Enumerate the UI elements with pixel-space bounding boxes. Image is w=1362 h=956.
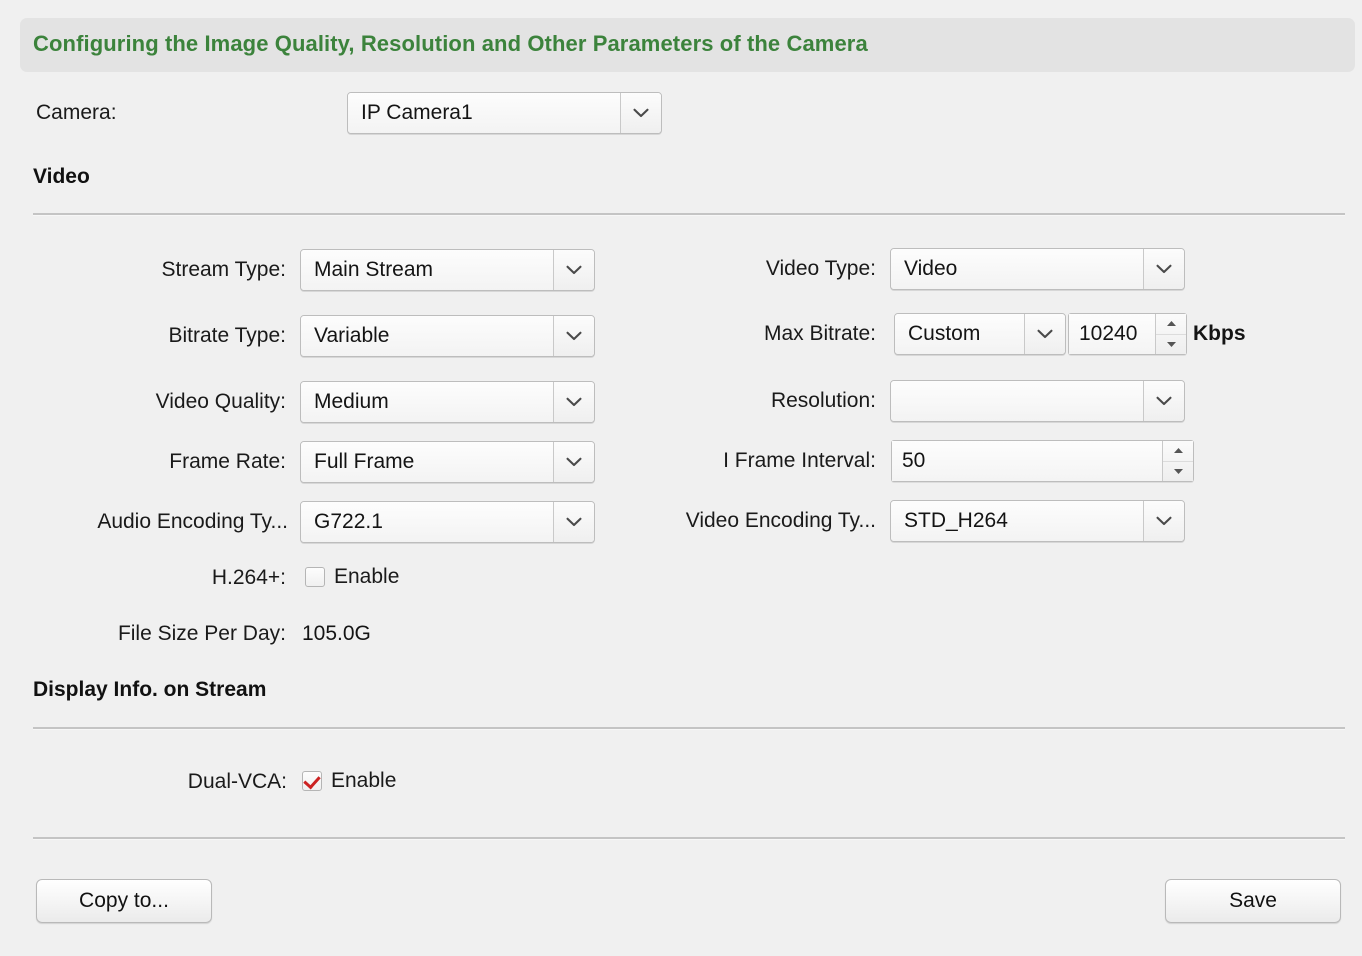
page-title: Configuring the Image Quality, Resolutio… <box>33 31 868 57</box>
audio-encoding-type-select-value: G722.1 <box>301 502 553 542</box>
page-header-bar: Configuring the Image Quality, Resolutio… <box>20 18 1355 72</box>
video-type-select-value: Video <box>891 249 1143 289</box>
i-frame-interval-stepper[interactable] <box>1162 441 1193 481</box>
video-type-select[interactable]: Video <box>890 248 1185 290</box>
chevron-down-icon[interactable] <box>553 442 594 482</box>
chevron-down-icon[interactable] <box>553 502 594 542</box>
divider-footer <box>33 837 1345 840</box>
dual-vca-checkbox-row[interactable]: Enable <box>302 769 396 793</box>
bitrate-type-select-value: Variable <box>301 316 553 356</box>
chevron-down-icon[interactable] <box>553 316 594 356</box>
resolution-select-value <box>891 381 1143 421</box>
dual-vca-label: Dual-VCA: <box>188 770 287 794</box>
frame-rate-select-value: Full Frame <box>301 442 553 482</box>
video-encoding-type-label: Video Encoding Ty... <box>686 509 876 533</box>
divider-video <box>33 213 1345 216</box>
copy-to-button[interactable]: Copy to... <box>36 879 212 923</box>
audio-encoding-type-label: Audio Encoding Ty... <box>97 510 288 534</box>
stepper-down-icon[interactable] <box>1163 462 1193 482</box>
video-encoding-type-select-value: STD_H264 <box>891 501 1143 541</box>
video-type-label: Video Type: <box>766 257 876 281</box>
section-title-video: Video <box>33 165 90 189</box>
max-bitrate-stepper[interactable] <box>1155 314 1186 354</box>
bitrate-type-select[interactable]: Variable <box>300 315 595 357</box>
camera-select-value: IP Camera1 <box>348 93 620 133</box>
max-bitrate-value[interactable]: 10240 <box>1069 314 1155 354</box>
i-frame-interval-value[interactable]: 50 <box>892 441 1162 481</box>
dual-vca-checkbox-label: Enable <box>331 769 396 793</box>
max-bitrate-input[interactable]: 10240 <box>1068 313 1187 355</box>
stream-type-select[interactable]: Main Stream <box>300 249 595 291</box>
h264plus-label: H.264+: <box>212 566 286 590</box>
file-size-per-day-label: File Size Per Day: <box>118 622 286 646</box>
chevron-down-icon[interactable] <box>1024 314 1065 354</box>
chevron-down-icon[interactable] <box>1143 381 1184 421</box>
frame-rate-select[interactable]: Full Frame <box>300 441 595 483</box>
frame-rate-label: Frame Rate: <box>169 450 286 474</box>
video-encoding-type-select[interactable]: STD_H264 <box>890 500 1185 542</box>
chevron-down-icon[interactable] <box>1143 249 1184 289</box>
stream-type-label: Stream Type: <box>161 258 286 282</box>
chevron-down-icon[interactable] <box>553 382 594 422</box>
i-frame-interval-input[interactable]: 50 <box>891 440 1194 482</box>
max-bitrate-mode-select[interactable]: Custom <box>894 313 1066 355</box>
resolution-label: Resolution: <box>771 389 876 413</box>
audio-encoding-type-select[interactable]: G722.1 <box>300 501 595 543</box>
camera-select[interactable]: IP Camera1 <box>347 92 662 134</box>
h264plus-checkbox-row[interactable]: Enable <box>305 565 399 589</box>
chevron-down-icon[interactable] <box>553 250 594 290</box>
max-bitrate-unit: Kbps <box>1193 322 1246 346</box>
dual-vca-checkbox[interactable] <box>302 771 322 791</box>
max-bitrate-mode-value: Custom <box>895 314 1024 354</box>
file-size-per-day-value: 105.0G <box>302 622 371 646</box>
video-quality-label: Video Quality: <box>156 390 286 414</box>
divider-display-info <box>33 727 1345 730</box>
resolution-select[interactable] <box>890 380 1185 422</box>
section-title-display-info: Display Info. on Stream <box>33 678 266 702</box>
copy-to-button-label: Copy to... <box>79 889 169 913</box>
save-button-label: Save <box>1229 889 1277 913</box>
stepper-down-icon[interactable] <box>1156 335 1186 355</box>
camera-label: Camera: <box>36 101 117 125</box>
h264plus-checkbox-label: Enable <box>334 565 399 589</box>
stepper-up-icon[interactable] <box>1163 441 1193 462</box>
chevron-down-icon[interactable] <box>1143 501 1184 541</box>
save-button[interactable]: Save <box>1165 879 1341 923</box>
bitrate-type-label: Bitrate Type: <box>168 324 286 348</box>
video-quality-select[interactable]: Medium <box>300 381 595 423</box>
chevron-down-icon[interactable] <box>620 93 661 133</box>
i-frame-interval-label: I Frame Interval: <box>723 449 876 473</box>
h264plus-checkbox[interactable] <box>305 567 325 587</box>
video-quality-select-value: Medium <box>301 382 553 422</box>
stream-type-select-value: Main Stream <box>301 250 553 290</box>
max-bitrate-label: Max Bitrate: <box>764 322 876 346</box>
stepper-up-icon[interactable] <box>1156 314 1186 335</box>
